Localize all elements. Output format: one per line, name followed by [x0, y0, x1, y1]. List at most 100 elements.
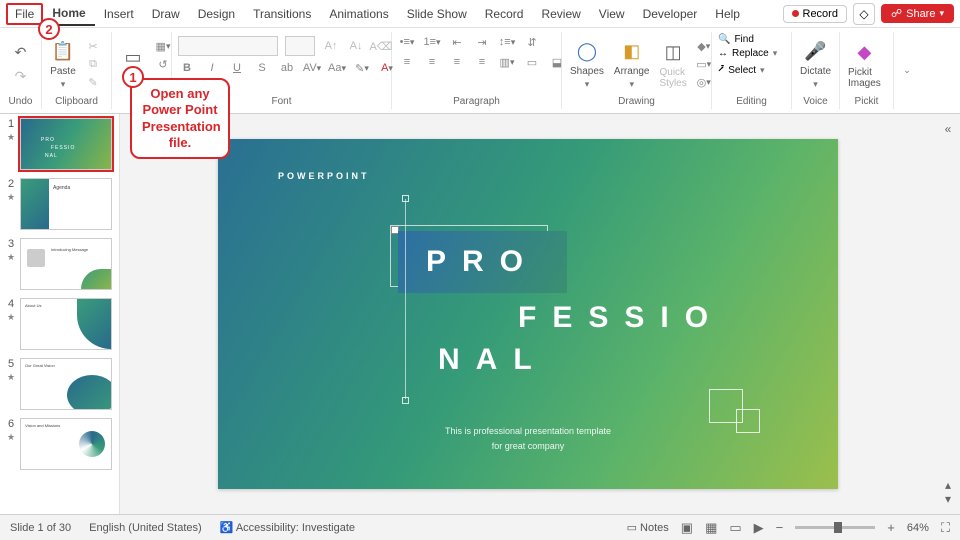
- increase-font-icon[interactable]: A↑: [322, 38, 340, 54]
- underline-icon[interactable]: U: [228, 60, 246, 76]
- ribbon-collapse[interactable]: ⌄: [894, 32, 920, 109]
- align-text-icon[interactable]: ▭: [523, 54, 541, 70]
- scroll-next-icon[interactable]: ▾: [945, 492, 951, 506]
- accessibility-label: Accessibility: Investigate: [236, 522, 355, 534]
- layout-icon[interactable]: ▦ ▾: [154, 38, 172, 54]
- normal-view-icon[interactable]: ▣: [681, 520, 693, 536]
- paste-button[interactable]: 📋 Paste ▾: [48, 36, 78, 92]
- menu-slideshow[interactable]: Slide Show: [398, 3, 476, 25]
- slideshow-view-icon[interactable]: ▶: [754, 520, 764, 536]
- slide-thumbnail[interactable]: 2★ Agenda: [6, 178, 113, 230]
- reading-view-icon[interactable]: ▭: [729, 520, 741, 536]
- indent-inc-icon[interactable]: ⇥: [473, 34, 491, 50]
- slide-thumbnail[interactable]: 5★ Our Great Vision: [6, 358, 113, 410]
- bullets-icon[interactable]: •≡▾: [398, 34, 416, 50]
- dictate-button[interactable]: 🎤 Dictate ▾: [798, 36, 833, 92]
- pickit-button[interactable]: ◆ Pickit Images: [846, 37, 883, 91]
- justify-icon[interactable]: ≡: [473, 54, 491, 70]
- fit-window-icon[interactable]: ⛶: [941, 520, 950, 536]
- select-button[interactable]: ⭷Select ▾: [718, 62, 765, 79]
- slide-title-block[interactable]: PRO FESSIO NAL: [398, 231, 778, 377]
- spacing-icon[interactable]: AV▾: [303, 60, 321, 76]
- quick-styles-button[interactable]: ◫ Quick Styles: [658, 37, 689, 91]
- notes-button[interactable]: ▭ Notes: [627, 521, 669, 534]
- columns-icon[interactable]: ▥▾: [498, 54, 516, 70]
- font-size-input[interactable]: [285, 36, 315, 56]
- menu-draw[interactable]: Draw: [143, 3, 189, 25]
- shadow-icon[interactable]: ab: [278, 60, 296, 76]
- reset-icon[interactable]: ↺: [154, 56, 172, 72]
- redo-icon[interactable]: ↷: [11, 66, 31, 86]
- slide-thumbnail[interactable]: 6★ Vision and Missions: [6, 418, 113, 470]
- zoom-out-button[interactable]: −: [776, 520, 784, 535]
- thumbnails-panel[interactable]: 1★ PRO FESSIO NAL 2★ Agenda 3★ Introduci…: [0, 114, 120, 514]
- menu-insert[interactable]: Insert: [95, 3, 143, 25]
- ribbon-group-label: Clipboard: [48, 94, 105, 107]
- slide-thumbnail[interactable]: 1★ PRO FESSIO NAL: [6, 118, 113, 170]
- replace-icon: ↔: [718, 48, 728, 59]
- workspace: 1★ PRO FESSIO NAL 2★ Agenda 3★ Introduci…: [0, 114, 960, 514]
- case-icon[interactable]: Aa▾: [328, 60, 346, 76]
- status-accessibility[interactable]: ♿ Accessibility: Investigate: [220, 521, 355, 534]
- slide-subtitle: This is professional presentation templa…: [218, 424, 838, 453]
- replace-button[interactable]: ↔Replace ▾: [718, 48, 777, 59]
- menu-file[interactable]: File: [6, 3, 43, 25]
- zoom-in-button[interactable]: +: [887, 520, 895, 535]
- copy-icon[interactable]: ⧉: [84, 56, 102, 72]
- text-dir-icon[interactable]: ⇵: [523, 34, 541, 50]
- slide-thumbnail[interactable]: 3★ Introducing Message: [6, 238, 113, 290]
- shapes-label: Shapes: [570, 66, 604, 77]
- share-label: Share: [906, 8, 935, 20]
- shape-fill-icon[interactable]: ◆▾: [695, 38, 713, 54]
- menu-animations[interactable]: Animations: [320, 3, 397, 25]
- zoom-level[interactable]: 64%: [907, 522, 929, 534]
- numbering-icon[interactable]: 1≡▾: [423, 34, 441, 50]
- slide-thumbnail[interactable]: 4★ About Us: [6, 298, 113, 350]
- replace-label: Replace: [732, 48, 769, 59]
- catchup-button[interactable]: ◇: [853, 3, 875, 25]
- find-button[interactable]: 🔍Find: [718, 34, 754, 45]
- menu-review[interactable]: Review: [532, 3, 589, 25]
- format-painter-icon[interactable]: ✎: [84, 74, 102, 90]
- menu-developer[interactable]: Developer: [634, 3, 707, 25]
- strike-icon[interactable]: S: [253, 60, 271, 76]
- zoom-slider[interactable]: [795, 526, 875, 529]
- align-left-icon[interactable]: ≡: [398, 54, 416, 70]
- scroll-prev-icon[interactable]: ▴: [945, 478, 951, 492]
- slide[interactable]: POWERPOINT PRO FESSIO NAL This is profes…: [218, 139, 838, 489]
- thumb-number: 5: [8, 358, 14, 370]
- shape-outline-icon[interactable]: ▭▾: [695, 56, 713, 72]
- record-button[interactable]: Record: [783, 5, 847, 23]
- arrange-button[interactable]: ◧ Arrange ▾: [612, 36, 652, 92]
- ribbon-group-clipboard: 📋 Paste ▾ ✂ ⧉ ✎ Clipboard: [42, 32, 112, 109]
- record-dot-icon: [792, 10, 799, 17]
- status-bar: Slide 1 of 30 English (United States) ♿ …: [0, 514, 960, 540]
- clear-format-icon[interactable]: A⌫: [372, 38, 390, 54]
- cut-icon[interactable]: ✂: [84, 38, 102, 54]
- menu-design[interactable]: Design: [189, 3, 244, 25]
- share-button[interactable]: ☍ Share ▾: [881, 4, 954, 23]
- bold-icon[interactable]: B: [178, 60, 196, 76]
- sorter-view-icon[interactable]: ▦: [705, 520, 717, 536]
- menu-help[interactable]: Help: [706, 3, 749, 25]
- italic-icon[interactable]: I: [203, 60, 221, 76]
- align-right-icon[interactable]: ≡: [448, 54, 466, 70]
- highlight-icon[interactable]: ✎▾: [353, 60, 371, 76]
- status-slide-count[interactable]: Slide 1 of 30: [10, 522, 71, 534]
- shapes-button[interactable]: ◯ Shapes ▾: [568, 36, 606, 92]
- indent-dec-icon[interactable]: ⇤: [448, 34, 466, 50]
- menu-view[interactable]: View: [590, 3, 634, 25]
- zoom-slider-thumb[interactable]: [834, 522, 842, 533]
- status-language[interactable]: English (United States): [89, 522, 202, 534]
- slide-canvas[interactable]: POWERPOINT PRO FESSIO NAL This is profes…: [120, 114, 936, 514]
- decrease-font-icon[interactable]: A↓: [347, 38, 365, 54]
- font-family-input[interactable]: [178, 36, 278, 56]
- menu-record[interactable]: Record: [476, 3, 533, 25]
- scroll-up-icon[interactable]: «: [945, 122, 952, 136]
- undo-icon[interactable]: ↶: [11, 42, 31, 62]
- shape-effects-icon[interactable]: ◎▾: [695, 74, 713, 90]
- line-spacing-icon[interactable]: ↕≡▾: [498, 34, 516, 50]
- quick-styles-icon: ◫: [660, 39, 686, 65]
- menu-transitions[interactable]: Transitions: [244, 3, 320, 25]
- align-center-icon[interactable]: ≡: [423, 54, 441, 70]
